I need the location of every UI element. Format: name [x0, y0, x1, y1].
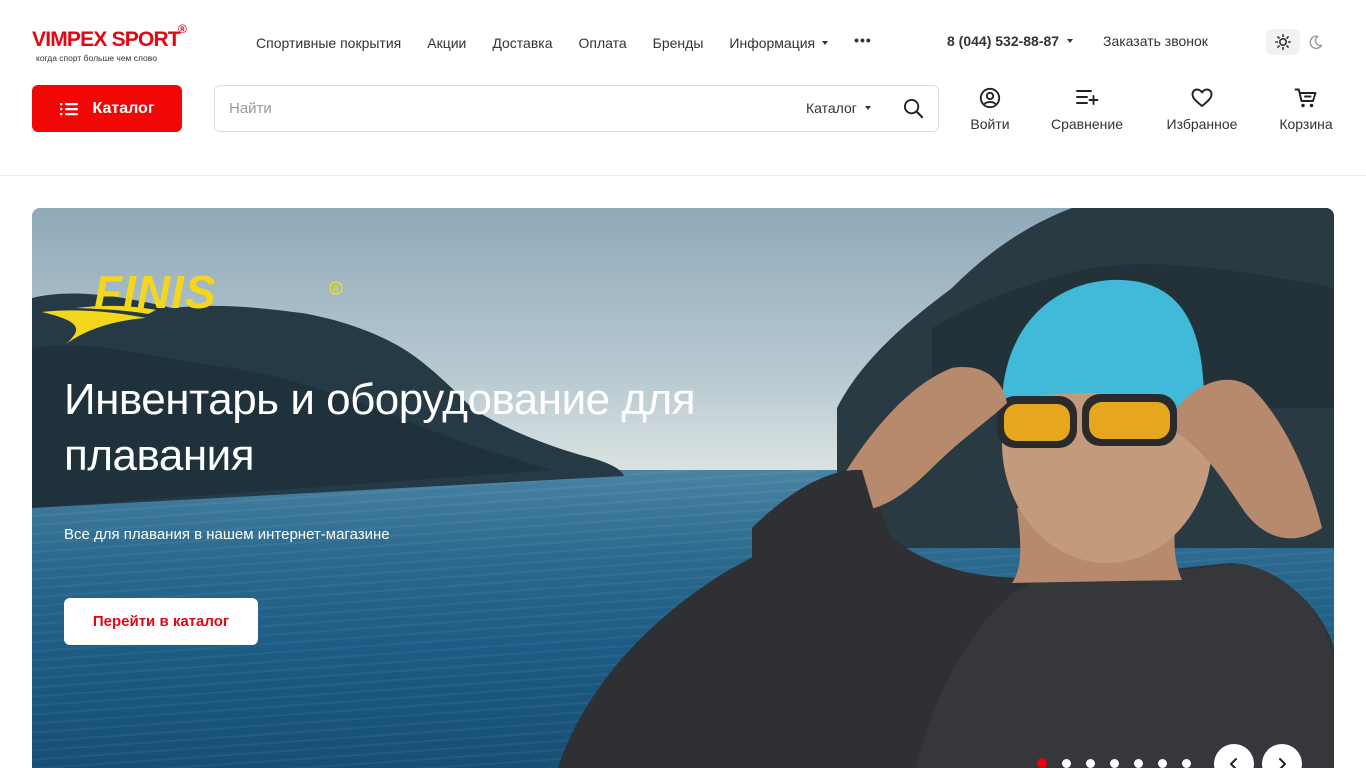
- theme-switch: [1266, 28, 1330, 56]
- login-label: Войти: [970, 116, 1010, 132]
- svg-text:FINIS: FINIS: [94, 268, 217, 318]
- slider-dot-4[interactable]: [1110, 758, 1119, 768]
- nav-item-information-label: Информация: [729, 35, 816, 51]
- favorites-label: Избранное: [1166, 116, 1238, 132]
- nav-item-information[interactable]: Информация: [729, 35, 829, 51]
- callback-link[interactable]: Заказать звонок: [1103, 33, 1208, 49]
- slider-dot-5[interactable]: [1134, 758, 1143, 768]
- finis-brand-logo: FINIS R: [42, 268, 343, 344]
- hero-subtitle: Все для плавания в нашем интернет-магази…: [64, 526, 390, 543]
- slider-dot-3[interactable]: [1086, 758, 1095, 768]
- header-actions: Войти Сравнение Избранное Корзина: [0, 86, 1366, 136]
- top-navigation: Спортивные покрытия Акции Доставка Оплат…: [256, 32, 898, 53]
- compare-button[interactable]: Сравнение: [1032, 86, 1142, 132]
- caret-down-icon: [822, 41, 829, 45]
- nav-item-payment[interactable]: Оплата: [579, 35, 627, 51]
- slider-dot-1[interactable]: [1037, 758, 1047, 768]
- svg-text:R: R: [333, 285, 339, 294]
- dark-theme-button[interactable]: [1300, 29, 1330, 55]
- logo-text: VIMPEX SPORT: [32, 28, 181, 51]
- hero-banner: FINIS R Инвентарь и оборудование для пла…: [32, 208, 1334, 768]
- nav-item-brands[interactable]: Бренды: [653, 35, 704, 51]
- site-logo[interactable]: VIMPEX SPORT ® когда спорт больше чем сл…: [32, 22, 192, 66]
- phone-dropdown[interactable]: 8 (044) 532-88-87: [947, 33, 1074, 49]
- cart-label: Корзина: [1279, 116, 1333, 132]
- nav-item-delivery[interactable]: Доставка: [492, 35, 552, 51]
- more-menu-button[interactable]: •••: [854, 32, 872, 48]
- header-divider: [0, 175, 1366, 176]
- slider-dot-7[interactable]: [1182, 758, 1191, 768]
- phone-number: 8 (044) 532-88-87: [947, 33, 1060, 49]
- chevron-right-icon: [1279, 758, 1286, 768]
- logo-tagline: когда спорт больше чем слово: [36, 53, 157, 63]
- registered-mark: ®: [178, 22, 187, 36]
- login-button[interactable]: Войти: [935, 86, 1045, 132]
- sun-icon: [1275, 34, 1291, 50]
- caret-down-icon: [1067, 39, 1074, 43]
- user-icon: [979, 87, 1001, 109]
- compare-label: Сравнение: [1051, 116, 1123, 132]
- slider-dot-2[interactable]: [1062, 758, 1071, 768]
- compare-icon: [1076, 90, 1099, 105]
- go-to-catalog-button[interactable]: Перейти в каталог: [64, 598, 258, 645]
- slider-pagination: [1037, 758, 1206, 768]
- nav-item-promotions[interactable]: Акции: [427, 35, 466, 51]
- light-theme-button[interactable]: [1266, 29, 1300, 55]
- moon-icon: [1309, 35, 1322, 49]
- favorites-button[interactable]: Избранное: [1147, 86, 1257, 132]
- chevron-left-icon: [1230, 758, 1237, 768]
- slider-dot-6[interactable]: [1158, 758, 1167, 768]
- hero-title: Инвентарь и оборудование для плавания: [64, 375, 696, 480]
- cart-button[interactable]: Корзина: [1251, 86, 1361, 132]
- nav-item-sport-surfaces[interactable]: Спортивные покрытия: [256, 35, 401, 51]
- cart-icon: [1294, 88, 1317, 108]
- heart-icon: [1191, 88, 1213, 107]
